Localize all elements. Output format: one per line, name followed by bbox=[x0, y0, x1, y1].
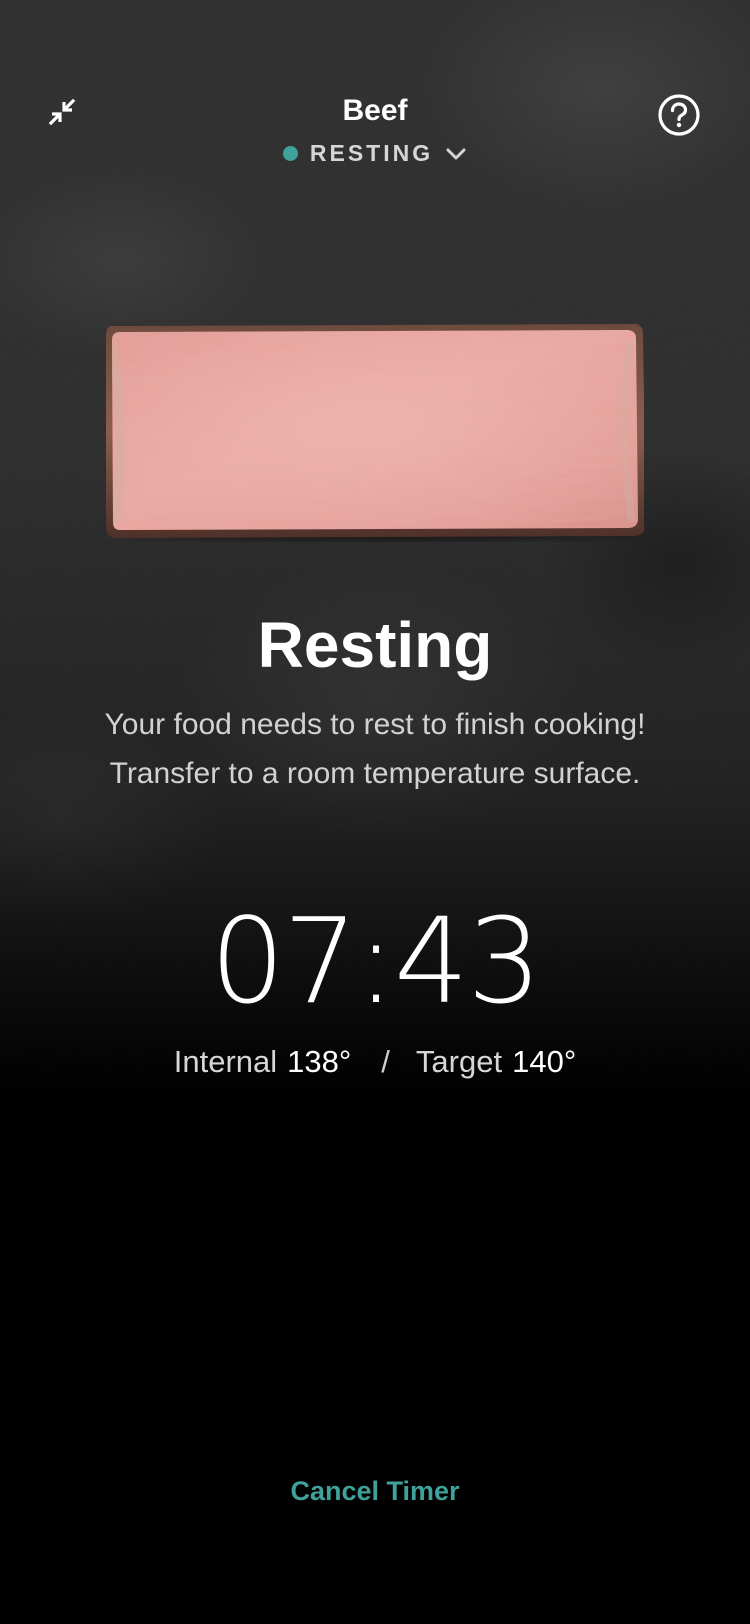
temp-separator: / bbox=[381, 1044, 390, 1079]
page-title: Beef bbox=[342, 94, 408, 127]
target-temp-label: Target bbox=[415, 1044, 503, 1079]
help-button[interactable] bbox=[656, 92, 702, 138]
instructions-text: Your food needs to rest to finish cookin… bbox=[40, 700, 710, 798]
internal-temp-value: 138° bbox=[287, 1044, 352, 1079]
countdown-timer: 07:43 bbox=[209, 892, 542, 1030]
state-title: Resting bbox=[257, 609, 493, 681]
status-label: RESTING bbox=[309, 140, 434, 166]
status-dropdown[interactable]: RESTING bbox=[0, 140, 750, 167]
steak-image bbox=[106, 322, 646, 542]
help-circle-icon bbox=[658, 94, 700, 136]
chevron-down-icon bbox=[445, 143, 467, 165]
internal-temp-label: Internal bbox=[173, 1044, 278, 1079]
resting-screen: Beef RESTING Resting Your food needs to … bbox=[0, 0, 750, 1624]
instructions-line-2: Transfer to a room temperature surface. bbox=[109, 757, 641, 790]
instructions-line-1: Your food needs to rest to finish cookin… bbox=[104, 708, 646, 741]
status-dot-indicator bbox=[282, 146, 298, 161]
temperature-readout: Internal 138° / Target 140° bbox=[0, 1044, 750, 1080]
cancel-timer-button[interactable]: Cancel Timer bbox=[0, 1476, 750, 1507]
target-temp-value: 140° bbox=[512, 1044, 577, 1079]
